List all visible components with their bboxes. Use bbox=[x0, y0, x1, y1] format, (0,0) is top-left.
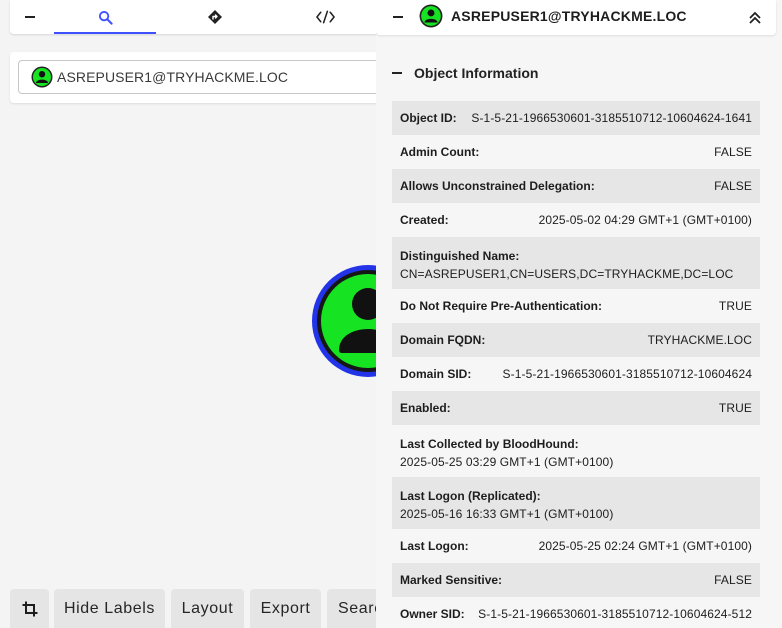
property-row: Last Logon: 2025-05-25 02:24 GMT+1 (GMT+… bbox=[392, 529, 760, 563]
tab-cypher[interactable] bbox=[270, 0, 380, 34]
property-row: Last Collected by BloodHound: 2025-05-25… bbox=[392, 425, 760, 477]
property-row: Enabled: TRUE bbox=[392, 391, 760, 425]
property-value: TRYHACKME.LOC bbox=[647, 333, 752, 347]
property-key: Last Logon (Replicated): bbox=[400, 489, 541, 503]
tab-pathfinding[interactable] bbox=[160, 0, 270, 34]
expand-panel-button[interactable] bbox=[748, 11, 762, 25]
property-value: FALSE bbox=[714, 179, 752, 193]
collapse-entity-button[interactable] bbox=[392, 11, 404, 23]
property-value: FALSE bbox=[714, 145, 752, 159]
property-value: 2025-05-02 04:29 GMT+1 (GMT+0100) bbox=[538, 213, 752, 227]
section-title: Object Information bbox=[414, 65, 539, 81]
tab-search[interactable] bbox=[50, 0, 160, 34]
hide-labels-button[interactable]: Hide Labels bbox=[54, 589, 165, 628]
route-diamond-icon bbox=[207, 9, 223, 25]
code-icon bbox=[315, 10, 335, 24]
property-value: TRUE bbox=[718, 299, 752, 313]
layout-button[interactable]: Layout bbox=[171, 589, 244, 628]
property-key: Domain FQDN: bbox=[400, 333, 486, 347]
property-row: Domain SID: S-1-5-21-1966530601-31855107… bbox=[392, 357, 760, 391]
minus-icon bbox=[393, 16, 403, 18]
double-chevron-up-icon bbox=[749, 11, 761, 24]
property-row: Object ID: S-1-5-21-1966530601-318551071… bbox=[392, 101, 760, 135]
crop-button[interactable] bbox=[10, 589, 49, 628]
minus-icon bbox=[392, 72, 402, 74]
object-info-table: Object ID: S-1-5-21-1966530601-318551071… bbox=[392, 101, 760, 628]
user-icon bbox=[31, 66, 53, 88]
property-value: 2025-05-25 03:29 GMT+1 (GMT+0100) bbox=[400, 455, 614, 469]
property-key: Object ID: bbox=[400, 111, 457, 125]
object-info-section-header[interactable]: Object Information bbox=[392, 64, 538, 82]
crop-icon bbox=[22, 601, 38, 617]
property-value: S-1-5-21-1966530601-3185510712-10604624-… bbox=[478, 607, 752, 621]
entity-header: ASREPUSER1@TRYHACKME.LOC bbox=[376, 0, 776, 35]
property-row: Marked Sensitive: FALSE bbox=[392, 563, 760, 597]
property-value: S-1-5-21-1966530601-3185510712-10604624-… bbox=[471, 111, 752, 125]
property-value: 2025-05-16 16:33 GMT+1 (GMT+0100) bbox=[400, 507, 614, 521]
property-key: Distinguished Name: bbox=[400, 249, 520, 263]
property-key: Last Collected by BloodHound: bbox=[400, 437, 579, 451]
search-icon bbox=[98, 10, 113, 25]
entity-info-panel: ASREPUSER1@TRYHACKME.LOC Object Informat… bbox=[376, 0, 782, 628]
property-row: Allows Unconstrained Delegation: FALSE bbox=[392, 169, 760, 203]
user-icon bbox=[419, 4, 443, 28]
search-panel: ASREPUSER1@TRYHACKME.LOC bbox=[10, 52, 384, 103]
collapse-search-button[interactable] bbox=[10, 0, 50, 34]
property-row: Created: 2025-05-02 04:29 GMT+1 (GMT+010… bbox=[392, 203, 760, 237]
search-tab-bar bbox=[10, 0, 380, 34]
property-value: S-1-5-21-1966530601-3185510712-10604624 bbox=[502, 367, 752, 381]
property-row: Admin Count: FALSE bbox=[392, 135, 760, 169]
property-row: Owner SID: S-1-5-21-1966530601-318551071… bbox=[392, 597, 760, 628]
property-key: Enabled: bbox=[400, 401, 451, 415]
property-key: Allows Unconstrained Delegation: bbox=[400, 179, 595, 193]
property-row: Last Logon (Replicated): 2025-05-16 16:3… bbox=[392, 477, 760, 529]
search-input-value: ASREPUSER1@TRYHACKME.LOC bbox=[57, 69, 289, 85]
property-value: 2025-05-25 02:24 GMT+1 (GMT+0100) bbox=[538, 539, 752, 553]
property-key: Created: bbox=[400, 213, 449, 227]
property-key: Domain SID: bbox=[400, 367, 472, 381]
property-row: Distinguished Name: CN=ASREPUSER1,CN=USE… bbox=[392, 237, 760, 289]
property-value: TRUE bbox=[718, 401, 752, 415]
property-key: Admin Count: bbox=[400, 145, 480, 159]
property-value: CN=ASREPUSER1,CN=USERS,DC=TRYHACKME,DC=L… bbox=[400, 267, 734, 281]
minus-icon bbox=[24, 11, 36, 23]
property-key: Owner SID: bbox=[400, 607, 465, 621]
property-row: Do Not Require Pre-Authentication: TRUE bbox=[392, 289, 760, 323]
property-key: Do Not Require Pre-Authentication: bbox=[400, 299, 603, 313]
property-key: Marked Sensitive: bbox=[400, 573, 503, 587]
entity-title: ASREPUSER1@TRYHACKME.LOC bbox=[451, 8, 687, 24]
export-button[interactable]: Export bbox=[250, 589, 321, 628]
search-input[interactable]: ASREPUSER1@TRYHACKME.LOC bbox=[18, 60, 384, 94]
property-row: Domain FQDN: TRYHACKME.LOC bbox=[392, 323, 760, 357]
property-key: Last Logon: bbox=[400, 539, 469, 553]
property-value: FALSE bbox=[714, 573, 752, 587]
